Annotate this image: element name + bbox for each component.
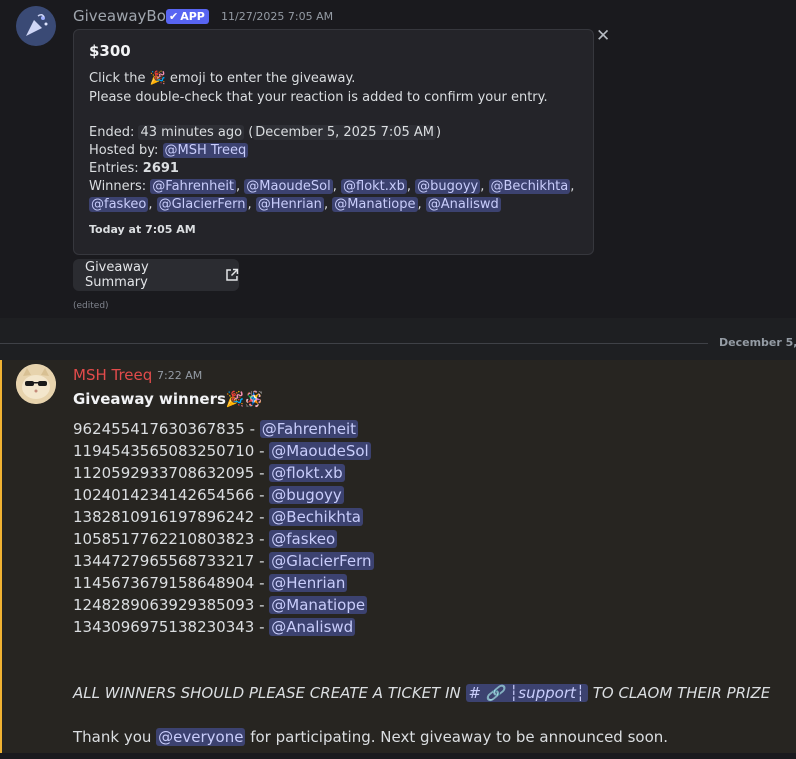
- close-icon[interactable]: ✕: [596, 28, 610, 45]
- winner-mention[interactable]: @Bechikhta: [488, 179, 571, 194]
- embed-instructions-line2: Please double-check that your reaction i…: [89, 90, 548, 105]
- user-username[interactable]: MSH Treeq: [73, 366, 152, 384]
- embed-winners-line1: Winners: @Fahrenheit, @MaoudeSol, @flokt…: [89, 179, 575, 194]
- edited-label: (edited): [73, 301, 109, 311]
- winner-mention[interactable]: @MaoudeSol: [244, 179, 333, 194]
- bottom-bar: [0, 753, 796, 759]
- winner-id: 1382810916197896242: [73, 508, 255, 526]
- everyone-mention[interactable]: @everyone: [156, 728, 246, 746]
- giveaway-summary-label: Giveaway Summary: [85, 260, 149, 290]
- winner-row: 1343096975138230343 - @Analiswd: [73, 618, 356, 636]
- winner-id: 1024014234142654566: [73, 486, 255, 504]
- winner-row: 1344727965568733217 - @GlacierFern: [73, 552, 374, 570]
- winner-mention[interactable]: @Analiswd: [269, 618, 356, 636]
- giveaway-winners-heading: Giveaway winners🎉🪅: [73, 390, 263, 408]
- ended-absolute-time[interactable]: December 5, 2025 7:05 AM: [253, 125, 437, 140]
- winner-mention[interactable]: @MaoudeSol: [269, 442, 371, 460]
- tada-emoji-icon: 🎉: [149, 71, 166, 86]
- party-popper-avatar-icon: [16, 6, 56, 46]
- cat-sunglasses-avatar-icon: [16, 364, 56, 404]
- winner-mention[interactable]: @GlacierFern: [269, 552, 374, 570]
- winner-mention[interactable]: @GlacierFern: [156, 197, 248, 212]
- ticket-notice: ALL WINNERS SHOULD PLEASE CREATE A TICKE…: [73, 684, 770, 702]
- winner-id: 1344727965568733217: [73, 552, 255, 570]
- winner-row: 1248289063929385093 - @Manatiope: [73, 596, 368, 614]
- winner-mention[interactable]: @faskeo: [89, 197, 149, 212]
- app-badge-label: APP: [180, 10, 205, 23]
- bot-message-timestamp[interactable]: 11/27/2025 7:05 AM: [221, 10, 333, 23]
- hosted-label: Hosted by:: [89, 143, 163, 158]
- winner-id: 1058517762210803823: [73, 530, 255, 548]
- user-message: Giveaway winners🎉🪅 962455417630367835 - …: [0, 360, 796, 753]
- winner-mention[interactable]: @Manatiope: [269, 596, 368, 614]
- embed-ended-line: Ended: 43 minutes ago (December 5, 2025 …: [89, 125, 442, 140]
- ended-label: Ended:: [89, 125, 139, 140]
- notice-before: ALL WINNERS SHOULD PLEASE CREATE A TICKE…: [73, 684, 466, 702]
- date-divider-label: December 5, 20: [719, 336, 796, 349]
- embed-winners-line2: @faskeo, @GlacierFern, @Henrian, @Manati…: [89, 197, 501, 212]
- date-divider-line: [0, 343, 708, 344]
- app-badge: ✔ APP: [166, 9, 209, 24]
- winner-mention[interactable]: @Analiswd: [425, 197, 501, 212]
- user-avatar[interactable]: [16, 364, 56, 404]
- user-message-timestamp[interactable]: 7:22 AM: [157, 369, 202, 382]
- line1-after: emoji to enter the giveaway.: [165, 71, 356, 86]
- winner-mention[interactable]: @Henrian: [269, 574, 348, 592]
- entries-label: Entries:: [89, 161, 143, 176]
- winner-row: 962455417630367835 - @Fahrenheit: [73, 420, 359, 438]
- winner-row: 1120592933708632095 - @flokt.xb: [73, 464, 345, 482]
- giveaway-summary-button[interactable]: Giveaway Summary: [73, 259, 239, 291]
- winner-mention[interactable]: @faskeo: [269, 530, 338, 548]
- verified-check-icon: ✔: [169, 10, 179, 23]
- support-channel-link[interactable]: # 🔗 ┆support┆: [465, 684, 588, 702]
- giveaway-embed: $300 Click the 🎉 emoji to enter the give…: [73, 29, 594, 255]
- winner-row: 1382810916197896242 - @Bechikhta: [73, 508, 363, 526]
- thanks-before: Thank you: [73, 728, 157, 746]
- party-emoji-icon: 🎉🪅: [225, 390, 264, 408]
- entries-count: 2691: [142, 161, 179, 176]
- winner-mention[interactable]: @flokt.xb: [269, 464, 345, 482]
- embed-entries-line: Entries: 2691: [89, 161, 179, 176]
- notice-after: TO CLAOM THEIR PRIZE: [587, 684, 771, 702]
- line1-before: Click the: [89, 71, 150, 86]
- winner-id: 1194543565083250710: [73, 442, 255, 460]
- thanks-line: Thank you @everyone for participating. N…: [73, 728, 668, 746]
- winner-row: 1024014234142654566 - @bugoyy: [73, 486, 344, 504]
- external-link-icon: [226, 268, 239, 281]
- winner-mention[interactable]: @Henrian: [255, 197, 324, 212]
- highlight-bar: [0, 360, 2, 753]
- winner-mention[interactable]: @Bechikhta: [269, 508, 363, 526]
- bot-username[interactable]: GiveawayBot: [73, 7, 172, 25]
- winner-id: 1343096975138230343: [73, 618, 255, 636]
- winner-row: 1194543565083250710 - @MaoudeSol: [73, 442, 371, 460]
- bot-avatar[interactable]: [16, 6, 56, 46]
- embed-hosted-line: Hosted by: @MSH Treeq: [89, 143, 249, 158]
- embed-instructions-line1: Click the 🎉 emoji to enter the giveaway.: [89, 71, 355, 86]
- winner-mention[interactable]: @bugoyy: [269, 486, 344, 504]
- host-mention[interactable]: @MSH Treeq: [162, 143, 249, 158]
- winners-label: Winners:: [89, 179, 151, 194]
- winner-id: 962455417630367835: [73, 420, 245, 438]
- winner-row: 1058517762210803823 - @faskeo: [73, 530, 338, 548]
- winner-id: 1248289063929385093: [73, 596, 255, 614]
- winner-mention[interactable]: @Fahrenheit: [150, 179, 237, 194]
- embed-title: $300: [89, 42, 131, 60]
- winner-mention[interactable]: @bugoyy: [415, 179, 481, 194]
- winner-mention[interactable]: @flokt.xb: [341, 179, 407, 194]
- winner-row: 1145673679158648904 - @Henrian: [73, 574, 348, 592]
- winner-id: 1120592933708632095: [73, 464, 255, 482]
- winner-mention[interactable]: @Manatiope: [332, 197, 418, 212]
- winner-id: 1145673679158648904: [73, 574, 255, 592]
- thanks-after: for participating. Next giveaway to be a…: [245, 728, 669, 746]
- winner-mention[interactable]: @Fahrenheit: [259, 420, 359, 438]
- heading-text: Giveaway winners: [73, 390, 226, 408]
- ended-relative-time[interactable]: 43 minutes ago: [138, 125, 245, 140]
- date-divider-area: [0, 318, 796, 360]
- embed-footer-timestamp: Today at 7:05 AM: [89, 223, 196, 236]
